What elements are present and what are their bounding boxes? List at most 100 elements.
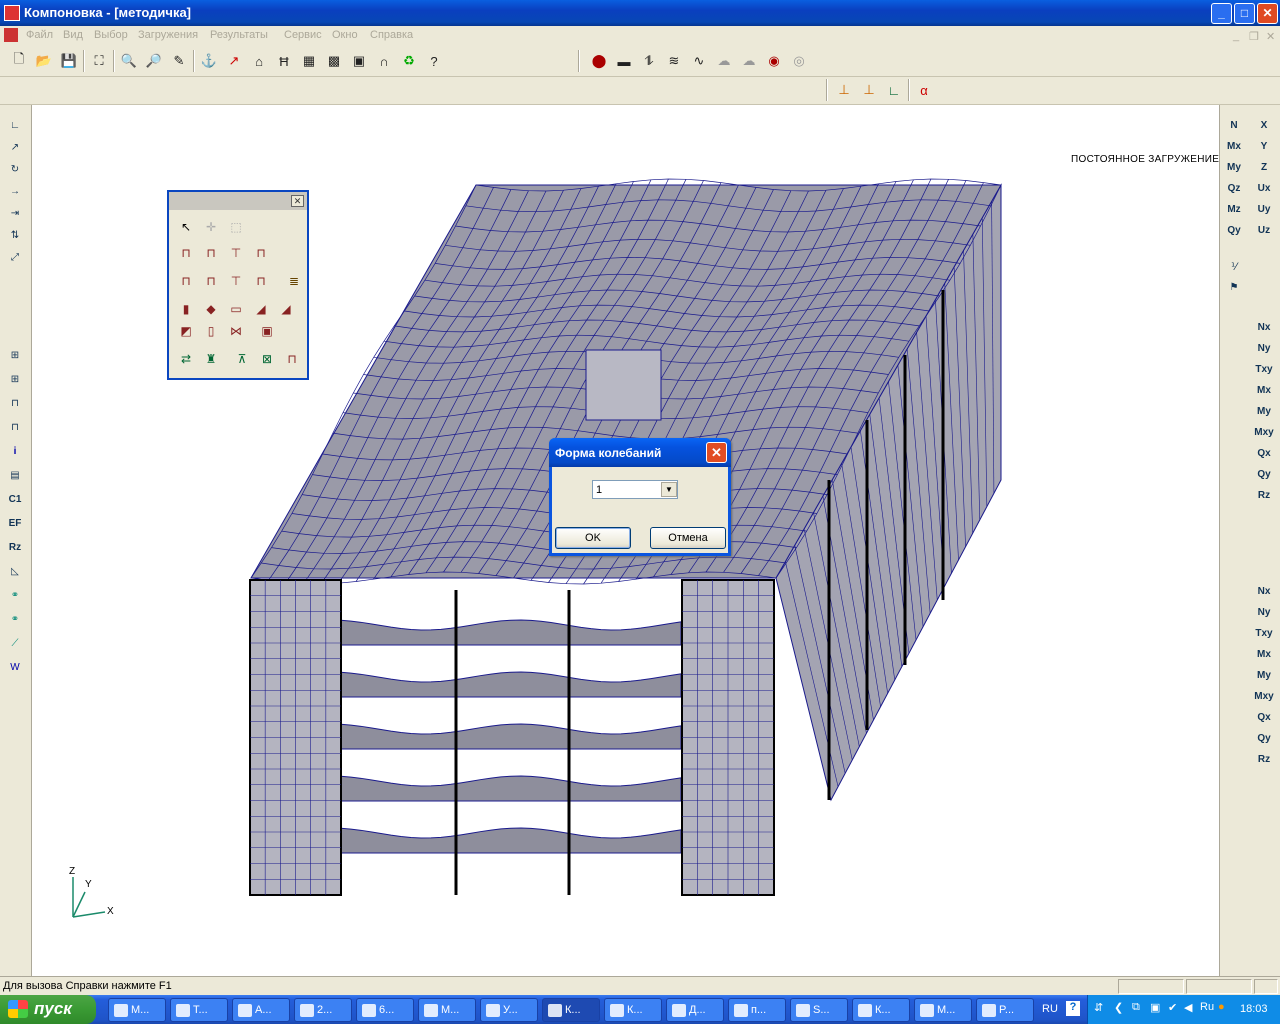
slope2-icon[interactable]: ◢ bbox=[275, 298, 297, 320]
column-icon[interactable]: ⊓ bbox=[175, 242, 197, 264]
network2-icon[interactable]: ⧉ bbox=[1132, 1001, 1140, 1014]
pillar-icon[interactable]: ▮ bbox=[175, 298, 197, 320]
menu-loads[interactable]: Загружения bbox=[138, 29, 198, 41]
open-folder-icon[interactable]: 📂 bbox=[33, 50, 55, 72]
taskbar-item[interactable]: T... bbox=[170, 998, 228, 1022]
menu-results[interactable]: Результаты bbox=[210, 29, 268, 41]
taskbar-item[interactable]: п... bbox=[728, 998, 786, 1022]
taskbar-item[interactable]: P... bbox=[976, 998, 1034, 1022]
plate-icon[interactable]: ▣ bbox=[348, 50, 370, 72]
grid2-tool-icon[interactable]: ⊞ bbox=[4, 369, 26, 389]
result-qx-button[interactable]: Qx bbox=[1253, 707, 1275, 727]
menu-service[interactable]: Сервис bbox=[284, 29, 322, 41]
menu-help[interactable]: Справка bbox=[370, 29, 413, 41]
result-rz-button[interactable]: Rz bbox=[1253, 485, 1275, 505]
zoom-out-icon[interactable]: 🔍 bbox=[118, 50, 140, 72]
frame-icon[interactable]: ⊓ bbox=[200, 242, 222, 264]
palette-close-icon[interactable]: ✕ bbox=[291, 195, 304, 207]
frame2-tool-icon[interactable]: ⊓ bbox=[4, 417, 26, 437]
close-button[interactable]: ✕ bbox=[1257, 3, 1278, 24]
cloud-icon[interactable]: ☁ bbox=[713, 50, 735, 72]
result-my-button[interactable]: My bbox=[1223, 157, 1245, 177]
result-y-button[interactable]: Y bbox=[1253, 136, 1275, 156]
window-opening-icon[interactable]: ▣ bbox=[256, 320, 278, 342]
taskbar-item[interactable]: К... bbox=[542, 998, 600, 1022]
anchor-icon[interactable]: ⚓ bbox=[198, 50, 220, 72]
load-arrow-icon[interactable]: ↗ bbox=[223, 50, 245, 72]
ef-button[interactable]: EF bbox=[4, 513, 26, 533]
frame2-icon[interactable]: ⊓ bbox=[200, 270, 222, 292]
new-file-icon[interactable]: 🗋 bbox=[8, 50, 30, 72]
slope-icon[interactable]: ◢ bbox=[250, 298, 272, 320]
result-z-button[interactable]: Z bbox=[1253, 157, 1275, 177]
rz-button[interactable]: Rz bbox=[4, 537, 26, 557]
mdi-restore-icon[interactable]: ❐ bbox=[1249, 30, 1259, 43]
support2-icon[interactable]: ⊠ bbox=[256, 348, 278, 370]
result-qy-button[interactable]: Qy bbox=[1253, 464, 1275, 484]
help-icon[interactable]: ? bbox=[1066, 1001, 1080, 1016]
taskbar-item[interactable]: К... bbox=[852, 998, 910, 1022]
taskbar-item[interactable]: S... bbox=[790, 998, 848, 1022]
chevron-down-icon[interactable]: ▼ bbox=[661, 482, 677, 497]
arch2-icon[interactable]: ⊓ bbox=[250, 270, 272, 292]
menu-window[interactable]: Окно bbox=[332, 29, 358, 41]
stop-icon[interactable]: ◎ bbox=[788, 50, 810, 72]
taskbar-item[interactable]: 2... bbox=[294, 998, 352, 1022]
save-icon[interactable]: 💾 bbox=[58, 50, 80, 72]
layers-icon[interactable]: ≣ bbox=[283, 270, 305, 292]
result-nx-button[interactable]: Nx bbox=[1253, 581, 1275, 601]
app-icon[interactable] bbox=[4, 5, 20, 21]
result-qy-button[interactable]: Qy bbox=[1223, 220, 1245, 240]
zoom-in-icon[interactable]: 🔎 bbox=[143, 50, 165, 72]
taskbar-item[interactable]: К... bbox=[604, 998, 662, 1022]
info-icon[interactable]: i bbox=[4, 441, 26, 461]
help-pointer-icon[interactable]: ? bbox=[423, 50, 445, 72]
slab-icon[interactable]: ◆ bbox=[200, 298, 222, 320]
menu-select[interactable]: Выбор bbox=[94, 29, 128, 41]
taskbar-item[interactable]: M... bbox=[914, 998, 972, 1022]
result-txy-button[interactable]: Txy bbox=[1253, 359, 1275, 379]
result-mx-button[interactable]: Mx bbox=[1253, 644, 1275, 664]
rotate-tool-icon[interactable]: ↻ bbox=[4, 159, 26, 179]
add-node-icon[interactable]: ✛ bbox=[200, 216, 222, 238]
pointer-icon[interactable]: ↖ bbox=[175, 216, 197, 238]
select-box-icon[interactable]: ⬚ bbox=[225, 216, 247, 238]
axis-x-icon[interactable]: ⊥ bbox=[833, 79, 855, 101]
scale-tool-icon[interactable]: ⤢ bbox=[4, 247, 26, 267]
clock[interactable]: 18:03 bbox=[1240, 1003, 1268, 1015]
cloud2-icon[interactable]: ☁ bbox=[738, 50, 760, 72]
dialog-close-button[interactable]: ✕ bbox=[706, 442, 727, 463]
node-tool-icon[interactable]: ↗ bbox=[4, 137, 26, 157]
mdi-minimize-icon[interactable]: _ bbox=[1233, 30, 1239, 42]
arch-icon[interactable]: ⊓ bbox=[250, 242, 272, 264]
result-uy-button[interactable]: Uy bbox=[1253, 199, 1275, 219]
bed-icon[interactable]: ▬ bbox=[613, 50, 635, 72]
plate-icon[interactable]: ▭ bbox=[225, 298, 247, 320]
calc-icon[interactable]: ⬤ bbox=[588, 50, 610, 72]
column2-icon[interactable]: ⊓ bbox=[175, 270, 197, 292]
back-icon[interactable]: ❮ bbox=[1114, 1001, 1123, 1014]
pile-icon[interactable]: ▯ bbox=[200, 320, 222, 342]
flag-icon[interactable]: ⚑ bbox=[1223, 277, 1245, 297]
bottle-icon[interactable]: ♜ bbox=[200, 348, 222, 370]
result-my-button[interactable]: My bbox=[1253, 401, 1275, 421]
swap-icon[interactable]: ⇄ bbox=[175, 348, 197, 370]
menu-view[interactable]: Вид bbox=[63, 29, 83, 41]
network-icon[interactable]: ⇵ bbox=[1094, 1001, 1103, 1014]
mode-icon[interactable]: ≋ bbox=[663, 50, 685, 72]
language-indicator[interactable]: RU bbox=[1042, 1003, 1058, 1015]
deform-icon[interactable]: ⥮ bbox=[638, 50, 660, 72]
result-nx-button[interactable]: Nx bbox=[1253, 317, 1275, 337]
taskbar-item[interactable]: Д... bbox=[666, 998, 724, 1022]
move-tool-icon[interactable]: → bbox=[4, 181, 26, 201]
fit-view-icon[interactable]: ⛶ bbox=[88, 50, 110, 72]
pencil-icon[interactable]: ✎ bbox=[168, 50, 190, 72]
result-mx-button[interactable]: Mx bbox=[1253, 380, 1275, 400]
support3-icon[interactable]: ⊓ bbox=[281, 348, 303, 370]
cancel-button[interactable]: Отмена bbox=[650, 527, 726, 549]
result-rz-button[interactable]: Rz bbox=[1253, 749, 1275, 769]
mirror-tool-icon[interactable]: ⇅ bbox=[4, 225, 26, 245]
taskbar-item[interactable]: M... bbox=[418, 998, 476, 1022]
taskbar-item[interactable]: M... bbox=[108, 998, 166, 1022]
frame-icon[interactable]: ⌂ bbox=[248, 50, 270, 72]
